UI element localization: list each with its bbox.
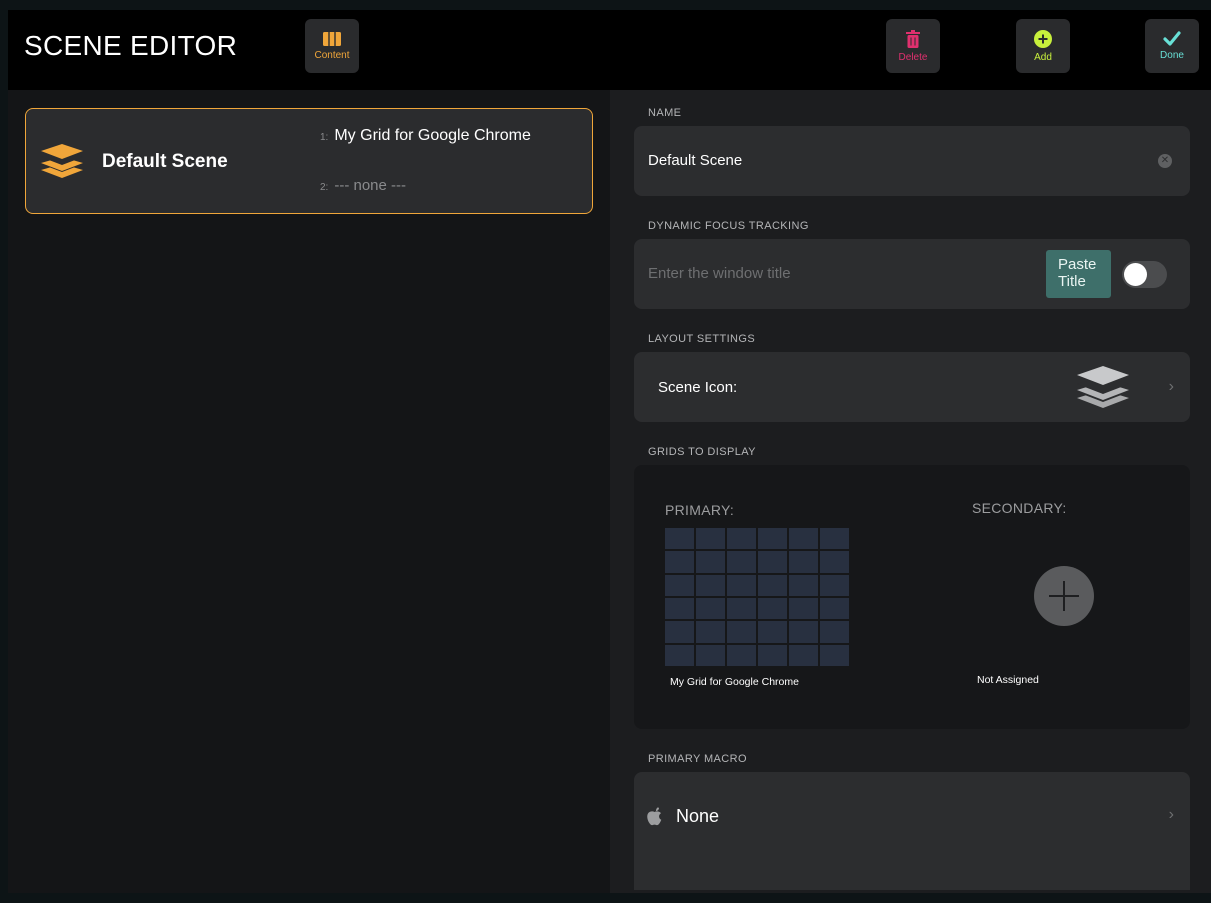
layers-stack-icon: [41, 144, 83, 178]
scene-grid-1-index: 1:: [320, 132, 329, 143]
primary-grid-name: My Grid for Google Chrome: [670, 676, 799, 688]
scene-grid-1-name: My Grid for Google Chrome: [334, 127, 531, 144]
done-button[interactable]: Done: [1145, 19, 1199, 73]
scene-icon-preview: [1077, 366, 1129, 408]
primary-grid-label: PRIMARY:: [665, 502, 735, 518]
scene-name: Default Scene: [102, 151, 228, 172]
layout-section-label: LAYOUT SETTINGS: [648, 333, 756, 345]
secondary-grid-name: Not Assigned: [977, 674, 1039, 686]
primary-grid-preview[interactable]: [665, 528, 849, 666]
focus-tracking-toggle[interactable]: [1122, 261, 1167, 288]
window-title-input[interactable]: [648, 265, 1028, 282]
bottom-edge: [0, 893, 1211, 903]
delete-button-label: Delete: [898, 51, 928, 63]
chevron-right-icon: ›: [1168, 378, 1174, 395]
delete-button[interactable]: Delete: [886, 19, 940, 73]
scene-list-panel: Default Scene 1: My Grid for Google Chrom…: [8, 90, 610, 903]
scene-settings-panel: NAME Default Scene ✕ DYNAMIC FOCUS TRACK…: [610, 90, 1211, 903]
focus-section-label: DYNAMIC FOCUS TRACKING: [648, 220, 809, 232]
scene-list-item[interactable]: Default Scene 1: My Grid for Google Chrom…: [25, 108, 593, 214]
clear-icon[interactable]: ✕: [1158, 154, 1172, 168]
done-button-label: Done: [1160, 50, 1184, 61]
grids-section-label: GRIDS TO DISPLAY: [648, 446, 756, 458]
name-section-label: NAME: [648, 107, 682, 119]
secondary-grid-label: SECONDARY:: [972, 500, 1067, 516]
plus-icon: [1049, 581, 1079, 611]
scene-grid-1: 1: My Grid for Google Chrome: [320, 127, 531, 145]
header-bar: SCENE EDITOR Content Delete Add Done: [8, 10, 1211, 90]
content-button[interactable]: Content: [305, 19, 359, 73]
focus-tracking-row: Paste Title: [634, 239, 1190, 309]
scene-grid-2-name: --- none ---: [334, 177, 407, 194]
app-window: SCENE EDITOR Content Delete Add Done Def…: [8, 10, 1211, 903]
primary-macro-row[interactable]: None ›: [634, 772, 1190, 890]
macro-value: None: [676, 806, 720, 826]
plus-circle-icon: [1034, 29, 1052, 48]
page-title: SCENE EDITOR: [24, 30, 238, 61]
content-icon: [323, 31, 341, 46]
scene-grid-2-index: 2:: [320, 182, 329, 193]
toggle-knob: [1124, 263, 1147, 286]
add-button[interactable]: Add: [1016, 19, 1070, 73]
scene-icon-row[interactable]: Scene Icon: ›: [634, 352, 1190, 422]
checkmark-icon: [1163, 31, 1181, 46]
trash-icon: [906, 29, 920, 48]
add-button-label: Add: [1034, 51, 1052, 63]
paste-title-button[interactable]: Paste Title: [1046, 250, 1111, 298]
content-button-label: Content: [314, 49, 350, 61]
apple-icon: [647, 807, 662, 826]
macro-section-label: PRIMARY MACRO: [648, 753, 747, 765]
chevron-right-icon: ›: [1168, 806, 1174, 823]
paste-title-label-2: Title: [1058, 273, 1086, 290]
scene-icon-label: Scene Icon:: [658, 379, 738, 396]
scene-grid-2: 2: --- none ---: [320, 177, 406, 194]
grids-display-card: PRIMARY: SECONDARY: My Grid for Google C…: [634, 465, 1190, 729]
add-secondary-grid-button[interactable]: [1034, 566, 1094, 626]
name-field-value: Default Scene: [648, 152, 743, 169]
name-field[interactable]: Default Scene ✕: [634, 126, 1190, 196]
paste-title-label-1: Paste: [1058, 256, 1097, 273]
